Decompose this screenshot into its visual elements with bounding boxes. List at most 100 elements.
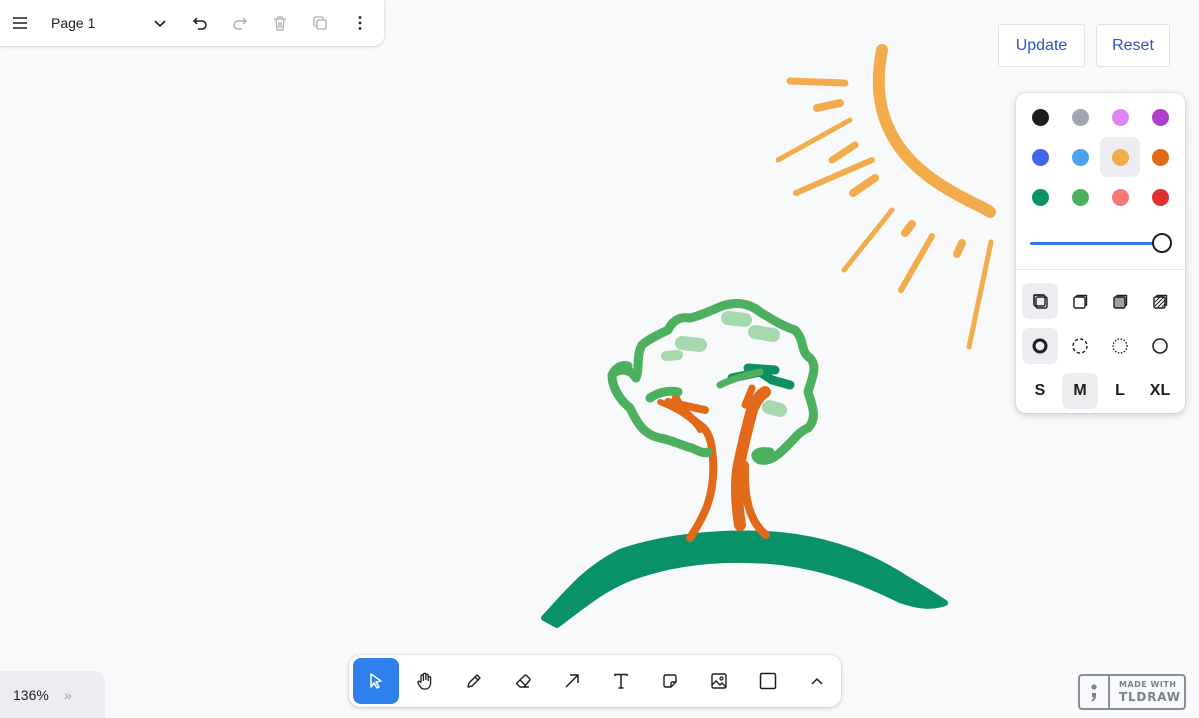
color-dot-icon bbox=[1031, 148, 1049, 166]
dash-solid-icon bbox=[1152, 338, 1168, 354]
draw-icon bbox=[467, 674, 481, 688]
more-options-button[interactable] bbox=[340, 3, 380, 43]
dash-dashed-icon bbox=[1072, 338, 1088, 354]
chevron-down-icon bbox=[154, 20, 166, 28]
style-panel: S M L XL bbox=[1016, 93, 1185, 413]
rectangle-icon bbox=[759, 672, 777, 690]
opacity-slider[interactable] bbox=[1030, 232, 1174, 254]
color-swatch-blue[interactable] bbox=[1020, 137, 1060, 177]
trash-icon bbox=[274, 16, 286, 31]
color-swatch-light-violet[interactable] bbox=[1100, 97, 1140, 137]
color-dot-icon bbox=[1111, 188, 1129, 206]
reset-button[interactable]: Reset bbox=[1096, 24, 1170, 67]
color-dot-icon bbox=[1151, 148, 1169, 166]
watermark-line-1: MADE WITH bbox=[1119, 680, 1177, 689]
dash-dotted-icon bbox=[1112, 338, 1128, 354]
minimap-toggle-icon[interactable]: » bbox=[64, 687, 72, 703]
hand-icon bbox=[417, 672, 432, 690]
color-swatch-light-blue[interactable] bbox=[1060, 137, 1100, 177]
watermark-text: MADE WITH TLDRAW bbox=[1110, 680, 1181, 704]
dash-solid-button[interactable] bbox=[1142, 328, 1178, 364]
duplicate-button[interactable] bbox=[300, 3, 340, 43]
dash-dashed-button[interactable] bbox=[1062, 328, 1098, 364]
color-swatch-yellow[interactable] bbox=[1100, 137, 1140, 177]
zoom-level[interactable]: 136% bbox=[0, 687, 64, 703]
eraser-tool-button[interactable] bbox=[500, 658, 546, 704]
size-l-button[interactable]: L bbox=[1102, 373, 1138, 409]
redo-icon bbox=[233, 17, 248, 30]
delete-button[interactable] bbox=[260, 3, 300, 43]
fill-style-row bbox=[1020, 281, 1180, 321]
watermark-line-2: TLDRAW bbox=[1119, 690, 1181, 704]
dash-dotted-button[interactable] bbox=[1102, 328, 1138, 364]
color-dot-icon bbox=[1111, 108, 1129, 126]
tldraw-logo-icon bbox=[1080, 676, 1110, 708]
fill-none-icon bbox=[1033, 294, 1048, 309]
duplicate-icon bbox=[313, 16, 327, 30]
arrow-icon bbox=[565, 674, 579, 688]
select-icon bbox=[370, 673, 382, 689]
hill-drawing[interactable] bbox=[541, 530, 948, 628]
fill-none-button[interactable] bbox=[1022, 283, 1058, 319]
dash-style-row bbox=[1020, 326, 1180, 366]
size-m-button[interactable]: M bbox=[1062, 373, 1098, 409]
tree-trunk-drawing[interactable] bbox=[657, 384, 771, 542]
made-with-tldraw-watermark[interactable]: MADE WITH TLDRAW bbox=[1078, 674, 1186, 710]
color-dot-icon bbox=[1151, 188, 1169, 206]
size-row: S M L XL bbox=[1020, 371, 1180, 411]
hand-tool-button[interactable] bbox=[402, 658, 448, 704]
image-icon bbox=[711, 673, 727, 689]
undo-icon bbox=[192, 17, 207, 30]
fill-solid-button[interactable] bbox=[1102, 283, 1138, 319]
size-s-button[interactable]: S bbox=[1022, 373, 1058, 409]
fill-pattern-icon bbox=[1153, 294, 1168, 309]
color-swatch-light-red[interactable] bbox=[1100, 177, 1140, 217]
text-icon bbox=[614, 673, 628, 689]
image-tool-button[interactable] bbox=[696, 658, 742, 704]
text-tool-button[interactable] bbox=[598, 658, 644, 704]
color-swatch-violet[interactable] bbox=[1140, 97, 1180, 137]
eraser-icon bbox=[515, 674, 531, 688]
color-dot-icon bbox=[1031, 188, 1049, 206]
color-swatch-orange[interactable] bbox=[1140, 137, 1180, 177]
fill-pattern-button[interactable] bbox=[1142, 283, 1178, 319]
undo-button[interactable] bbox=[180, 3, 220, 43]
note-icon bbox=[663, 674, 677, 688]
fill-semi-icon bbox=[1073, 294, 1088, 309]
color-swatch-red[interactable] bbox=[1140, 177, 1180, 217]
sun-drawing[interactable] bbox=[775, 44, 996, 350]
dash-draw-button[interactable] bbox=[1022, 328, 1058, 364]
redo-button[interactable] bbox=[220, 3, 260, 43]
bottom-toolbar bbox=[349, 655, 841, 707]
color-dot-icon bbox=[1111, 148, 1129, 166]
opacity-slider-thumb[interactable] bbox=[1152, 233, 1172, 253]
main-menu-button[interactable] bbox=[0, 3, 40, 43]
fill-solid-icon bbox=[1113, 294, 1128, 309]
dash-draw-icon bbox=[1032, 338, 1048, 354]
color-dot-icon bbox=[1031, 108, 1049, 126]
fill-semi-button[interactable] bbox=[1062, 283, 1098, 319]
size-xl-button[interactable]: XL bbox=[1142, 373, 1178, 409]
color-swatch-black[interactable] bbox=[1020, 97, 1060, 137]
color-swatch-light-green[interactable] bbox=[1060, 177, 1100, 217]
color-dot-icon bbox=[1071, 188, 1089, 206]
draw-tool-button[interactable] bbox=[451, 658, 497, 704]
hamburger-menu-icon bbox=[13, 17, 27, 29]
color-swatch-grey[interactable] bbox=[1060, 97, 1100, 137]
color-swatch-green[interactable] bbox=[1020, 177, 1060, 217]
page-menu-button[interactable] bbox=[140, 3, 180, 43]
chevron-up-icon bbox=[811, 677, 823, 685]
color-dot-icon bbox=[1071, 148, 1089, 166]
zoom-menu[interactable]: 136% » bbox=[0, 671, 105, 718]
opacity-slider-track bbox=[1030, 242, 1162, 245]
page-name[interactable]: Page 1 bbox=[40, 15, 140, 31]
arrow-tool-button[interactable] bbox=[549, 658, 595, 704]
color-dot-icon bbox=[1151, 108, 1169, 126]
more-tools-button[interactable] bbox=[794, 658, 840, 704]
note-tool-button[interactable] bbox=[647, 658, 693, 704]
main-menu-bar: Page 1 bbox=[0, 0, 384, 46]
color-swatch-grid bbox=[1020, 97, 1182, 217]
rectangle-tool-button[interactable] bbox=[745, 658, 791, 704]
update-button[interactable]: Update bbox=[998, 24, 1085, 67]
select-tool-button[interactable] bbox=[353, 658, 399, 704]
